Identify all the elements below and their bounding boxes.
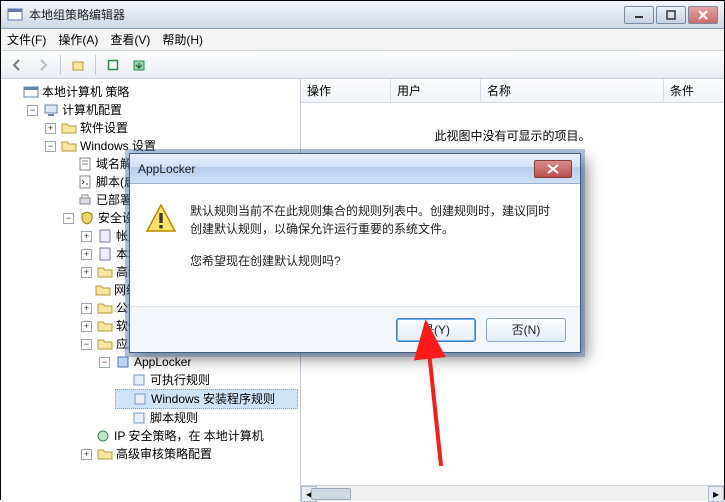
dialog-title: AppLocker — [138, 162, 195, 176]
folder-icon — [61, 138, 77, 154]
minimize-button[interactable] — [624, 6, 654, 24]
tree-software-settings[interactable]: + 软件设置 — [43, 119, 298, 137]
folder-icon — [61, 120, 77, 136]
no-button[interactable]: 否(N) — [486, 318, 566, 342]
tree-label: 软件设置 — [80, 119, 128, 137]
policy-icon — [97, 246, 113, 262]
tree-label: 本地计算机 策略 — [42, 83, 129, 101]
policy-icon — [97, 228, 113, 244]
horizontal-scrollbar[interactable]: ◂ ▸ — [301, 485, 724, 501]
folder-icon — [95, 282, 111, 298]
tree-label: 高级审核策略配置 — [116, 445, 212, 463]
collapse-icon[interactable]: − — [81, 339, 92, 350]
menu-file[interactable]: 文件(F) — [7, 31, 46, 48]
window-title: 本地组策略编辑器 — [29, 6, 125, 23]
shield-icon — [95, 428, 111, 444]
printer-icon — [77, 192, 93, 208]
export-button[interactable] — [127, 54, 151, 76]
toolbar-separator — [95, 55, 96, 75]
computer-icon — [43, 102, 59, 118]
tree-label: 域名解 — [96, 155, 132, 173]
dialog-close-button[interactable] — [534, 160, 572, 178]
tree-label: AppLocker — [134, 353, 191, 371]
app-icon — [7, 7, 23, 23]
expand-icon[interactable]: + — [45, 123, 56, 134]
window-titlebar: 本地组策略编辑器 — [1, 1, 724, 29]
tree-windows-installer-rules[interactable]: Windows 安装程序规则 — [115, 389, 298, 409]
warning-icon — [144, 202, 178, 236]
up-button[interactable] — [66, 54, 90, 76]
collapse-icon[interactable]: − — [63, 213, 74, 224]
console-root-icon — [23, 84, 39, 100]
refresh-button[interactable] — [101, 54, 125, 76]
expand-icon[interactable]: + — [81, 449, 92, 460]
tree-computer-config[interactable]: − 计算机配置 — [25, 101, 298, 119]
dialog-message-2: 您希望现在创建默认规则吗? — [190, 252, 560, 270]
folder-icon — [97, 300, 113, 316]
expand-icon[interactable]: + — [81, 303, 92, 314]
col-condition[interactable]: 条件 — [664, 79, 724, 102]
expand-icon[interactable]: + — [81, 231, 92, 242]
close-button[interactable] — [688, 6, 718, 24]
tree-applocker[interactable]: − AppLocker — [97, 353, 298, 371]
tree-executable-rules[interactable]: 可执行规则 — [115, 371, 298, 389]
rules-icon — [132, 391, 148, 407]
folder-icon — [97, 336, 113, 352]
collapse-icon[interactable]: − — [45, 141, 56, 152]
tree-label: Windows 安装程序规则 — [151, 390, 275, 408]
folder-icon — [97, 264, 113, 280]
col-name[interactable]: 名称 — [481, 79, 664, 102]
folder-icon — [97, 318, 113, 334]
dialog-titlebar: AppLocker — [130, 154, 580, 184]
rules-icon — [131, 372, 147, 388]
tree-label: 可执行规则 — [150, 371, 210, 389]
menubar: 文件(F) 操作(A) 查看(V) 帮助(H) — [1, 29, 724, 51]
maximize-button[interactable] — [656, 6, 686, 24]
expand-icon[interactable]: + — [81, 249, 92, 260]
toolbar-separator — [60, 55, 61, 75]
rules-icon — [131, 410, 147, 426]
tree-root[interactable]: 本地计算机 策略 — [7, 83, 298, 101]
tree-label: IP 安全策略，在 本地计算机 — [114, 427, 264, 445]
tree-script-rules[interactable]: 脚本规则 — [115, 409, 298, 427]
expand-icon[interactable]: + — [81, 321, 92, 332]
list-header: 操作 用户 名称 条件 — [301, 79, 724, 103]
empty-message: 此视图中没有可显示的项目。 — [434, 129, 590, 143]
forward-button[interactable] — [31, 54, 55, 76]
yes-button[interactable]: 是(Y) — [396, 318, 476, 342]
scroll-thumb[interactable] — [311, 488, 351, 500]
applocker-icon — [115, 354, 131, 370]
menu-action[interactable]: 操作(A) — [58, 31, 98, 48]
collapse-icon[interactable]: − — [99, 357, 110, 368]
folder-icon — [97, 446, 113, 462]
shield-icon — [79, 210, 95, 226]
collapse-icon[interactable]: − — [27, 105, 38, 116]
menu-help[interactable]: 帮助(H) — [162, 31, 203, 48]
expand-icon[interactable]: + — [81, 267, 92, 278]
tree-label: 已部署 — [96, 191, 132, 209]
menu-view[interactable]: 查看(V) — [110, 31, 150, 48]
tree-ip-security[interactable]: IP 安全策略，在 本地计算机 — [79, 427, 298, 445]
col-action[interactable]: 操作 — [301, 79, 391, 102]
policy-icon — [77, 156, 93, 172]
col-user[interactable]: 用户 — [391, 79, 481, 102]
back-button[interactable] — [5, 54, 29, 76]
dialog-message-1: 默认规则当前不在此规则集合的规则列表中。创建规则时，建议同时创建默认规则，以确保… — [190, 202, 560, 238]
toolbar — [1, 51, 724, 79]
tree-label: 计算机配置 — [62, 101, 122, 119]
script-icon — [77, 174, 93, 190]
tree-advanced-audit[interactable]: + 高级审核策略配置 — [79, 445, 298, 463]
tree-label: 脚本规则 — [150, 409, 198, 427]
applocker-dialog: AppLocker 默认规则当前不在此规则集合的规则列表中。创建规则时，建议同时… — [129, 153, 581, 353]
